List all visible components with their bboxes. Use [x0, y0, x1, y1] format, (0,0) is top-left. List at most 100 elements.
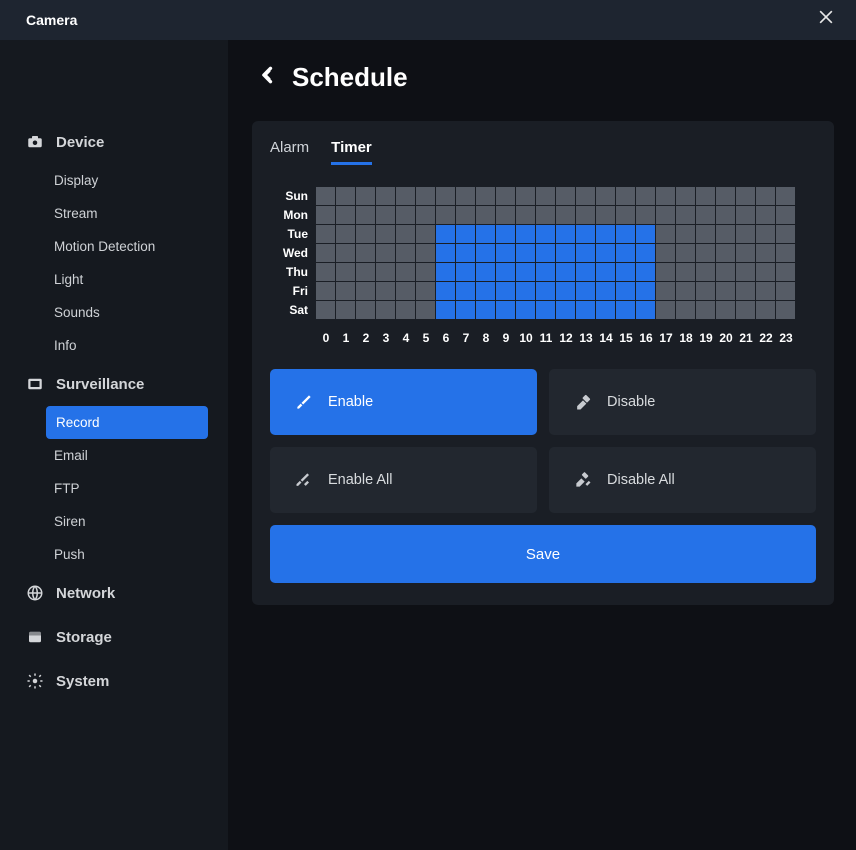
cell-wed-1[interactable] — [336, 244, 355, 262]
cell-sat-1[interactable] — [336, 301, 355, 319]
cell-tue-22[interactable] — [756, 225, 775, 243]
cell-sun-10[interactable] — [516, 187, 535, 205]
cell-fri-6[interactable] — [436, 282, 455, 300]
cell-mon-12[interactable] — [556, 206, 575, 224]
cell-sun-16[interactable] — [636, 187, 655, 205]
cell-thu-3[interactable] — [376, 263, 395, 281]
sidebar-item-motion-detection[interactable]: Motion Detection — [0, 230, 228, 263]
cell-thu-11[interactable] — [536, 263, 555, 281]
cell-sat-6[interactable] — [436, 301, 455, 319]
cell-wed-15[interactable] — [616, 244, 635, 262]
cell-fri-22[interactable] — [756, 282, 775, 300]
cell-mon-1[interactable] — [336, 206, 355, 224]
cell-fri-11[interactable] — [536, 282, 555, 300]
sidebar-item-push[interactable]: Push — [0, 538, 228, 571]
cell-mon-5[interactable] — [416, 206, 435, 224]
cell-tue-9[interactable] — [496, 225, 515, 243]
cell-fri-13[interactable] — [576, 282, 595, 300]
cell-tue-5[interactable] — [416, 225, 435, 243]
cell-mon-4[interactable] — [396, 206, 415, 224]
cell-sun-22[interactable] — [756, 187, 775, 205]
sidebar-item-email[interactable]: Email — [0, 439, 228, 472]
cell-mon-10[interactable] — [516, 206, 535, 224]
cell-wed-7[interactable] — [456, 244, 475, 262]
sidebar-group-network[interactable]: Network — [0, 571, 228, 615]
cell-fri-20[interactable] — [716, 282, 735, 300]
cell-tue-0[interactable] — [316, 225, 335, 243]
cell-sun-11[interactable] — [536, 187, 555, 205]
cell-thu-21[interactable] — [736, 263, 755, 281]
cell-wed-12[interactable] — [556, 244, 575, 262]
cell-tue-19[interactable] — [696, 225, 715, 243]
cell-tue-15[interactable] — [616, 225, 635, 243]
cell-sun-15[interactable] — [616, 187, 635, 205]
cell-thu-19[interactable] — [696, 263, 715, 281]
cell-fri-7[interactable] — [456, 282, 475, 300]
cell-thu-4[interactable] — [396, 263, 415, 281]
cell-sun-21[interactable] — [736, 187, 755, 205]
cell-wed-11[interactable] — [536, 244, 555, 262]
cell-fri-17[interactable] — [656, 282, 675, 300]
cell-sun-4[interactable] — [396, 187, 415, 205]
cell-wed-0[interactable] — [316, 244, 335, 262]
cell-sat-8[interactable] — [476, 301, 495, 319]
cell-mon-21[interactable] — [736, 206, 755, 224]
cell-tue-7[interactable] — [456, 225, 475, 243]
cell-tue-13[interactable] — [576, 225, 595, 243]
cell-thu-17[interactable] — [656, 263, 675, 281]
tab-alarm[interactable]: Alarm — [270, 139, 309, 165]
cell-tue-12[interactable] — [556, 225, 575, 243]
cell-sun-6[interactable] — [436, 187, 455, 205]
cell-sat-14[interactable] — [596, 301, 615, 319]
cell-sun-23[interactable] — [776, 187, 795, 205]
cell-tue-16[interactable] — [636, 225, 655, 243]
cell-mon-13[interactable] — [576, 206, 595, 224]
cell-tue-17[interactable] — [656, 225, 675, 243]
cell-sat-0[interactable] — [316, 301, 335, 319]
cell-thu-16[interactable] — [636, 263, 655, 281]
cell-sat-3[interactable] — [376, 301, 395, 319]
cell-thu-1[interactable] — [336, 263, 355, 281]
cell-tue-10[interactable] — [516, 225, 535, 243]
tab-timer[interactable]: Timer — [331, 139, 372, 165]
cell-fri-0[interactable] — [316, 282, 335, 300]
cell-sat-12[interactable] — [556, 301, 575, 319]
cell-wed-16[interactable] — [636, 244, 655, 262]
cell-wed-9[interactable] — [496, 244, 515, 262]
back-icon[interactable] — [258, 65, 278, 91]
cell-fri-4[interactable] — [396, 282, 415, 300]
cell-sun-2[interactable] — [356, 187, 375, 205]
cell-wed-5[interactable] — [416, 244, 435, 262]
cell-thu-9[interactable] — [496, 263, 515, 281]
cell-sat-9[interactable] — [496, 301, 515, 319]
cell-sun-5[interactable] — [416, 187, 435, 205]
cell-mon-22[interactable] — [756, 206, 775, 224]
sidebar-group-storage[interactable]: Storage — [0, 615, 228, 659]
cell-wed-17[interactable] — [656, 244, 675, 262]
cell-wed-10[interactable] — [516, 244, 535, 262]
cell-mon-17[interactable] — [656, 206, 675, 224]
cell-tue-23[interactable] — [776, 225, 795, 243]
cell-thu-6[interactable] — [436, 263, 455, 281]
cell-mon-9[interactable] — [496, 206, 515, 224]
cell-thu-5[interactable] — [416, 263, 435, 281]
cell-wed-4[interactable] — [396, 244, 415, 262]
cell-sat-2[interactable] — [356, 301, 375, 319]
cell-wed-8[interactable] — [476, 244, 495, 262]
cell-wed-14[interactable] — [596, 244, 615, 262]
cell-fri-21[interactable] — [736, 282, 755, 300]
cell-tue-6[interactable] — [436, 225, 455, 243]
cell-wed-21[interactable] — [736, 244, 755, 262]
cell-mon-16[interactable] — [636, 206, 655, 224]
cell-fri-10[interactable] — [516, 282, 535, 300]
sidebar-item-info[interactable]: Info — [0, 329, 228, 362]
cell-wed-6[interactable] — [436, 244, 455, 262]
cell-wed-20[interactable] — [716, 244, 735, 262]
cell-sun-0[interactable] — [316, 187, 335, 205]
sidebar-item-stream[interactable]: Stream — [0, 197, 228, 230]
cell-fri-14[interactable] — [596, 282, 615, 300]
cell-sun-19[interactable] — [696, 187, 715, 205]
cell-tue-2[interactable] — [356, 225, 375, 243]
cell-sat-11[interactable] — [536, 301, 555, 319]
cell-sat-17[interactable] — [656, 301, 675, 319]
